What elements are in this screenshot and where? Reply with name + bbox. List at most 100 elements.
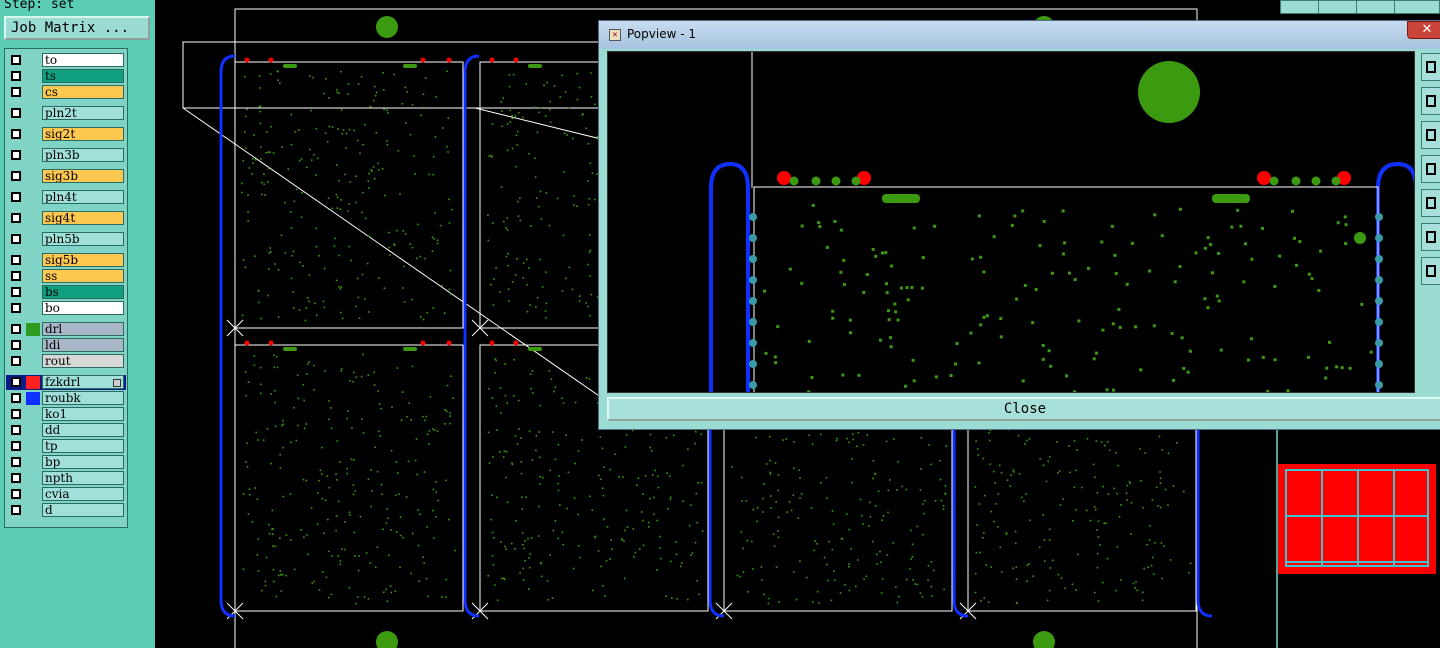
layer-checkbox[interactable] bbox=[11, 441, 21, 451]
layer-checkbox[interactable] bbox=[11, 356, 21, 366]
via-pad bbox=[538, 505, 540, 508]
via-pad bbox=[383, 591, 385, 594]
via-pad bbox=[1086, 437, 1089, 440]
via-pad bbox=[970, 257, 974, 261]
pcb-unit bbox=[753, 186, 1379, 392]
via-pad bbox=[881, 251, 885, 255]
layer-checkbox[interactable] bbox=[11, 271, 21, 281]
layer-checkbox[interactable] bbox=[11, 234, 21, 244]
popview-window[interactable]: ✕ Popview - 1 ✕ Close bbox=[598, 20, 1440, 430]
layer-checkbox[interactable] bbox=[11, 340, 21, 350]
layer-row-npth[interactable]: npth bbox=[6, 471, 126, 486]
slot-pad bbox=[403, 64, 417, 68]
layer-row-pln3b[interactable]: pln3b bbox=[6, 148, 126, 163]
via-pad bbox=[1155, 486, 1158, 488]
via-pad bbox=[1151, 498, 1154, 501]
job-matrix-button[interactable]: Job Matrix ... bbox=[4, 16, 150, 40]
layer-row-sig5b[interactable]: sig5b bbox=[6, 253, 126, 268]
via-pad bbox=[411, 532, 414, 535]
layer-checkbox[interactable] bbox=[11, 377, 21, 387]
layer-checkbox[interactable] bbox=[11, 71, 21, 81]
via-pad bbox=[388, 554, 390, 557]
via-pad bbox=[679, 565, 682, 568]
layer-row-pln4t[interactable]: pln4t bbox=[6, 190, 126, 205]
layer-row-pln5b[interactable]: pln5b bbox=[6, 232, 126, 247]
layer-row-sig3b[interactable]: sig3b bbox=[6, 169, 126, 184]
layer-row-sig4t[interactable]: sig4t bbox=[6, 211, 126, 226]
layer-name: npth bbox=[42, 471, 124, 485]
layer-row-pln2t[interactable]: pln2t bbox=[6, 106, 126, 121]
layer-row-dd[interactable]: dd bbox=[6, 423, 126, 438]
layer-row-to[interactable]: to bbox=[6, 53, 126, 68]
zoom-in-button[interactable] bbox=[1421, 87, 1440, 115]
layer-checkbox[interactable] bbox=[11, 489, 21, 499]
layer-checkbox[interactable] bbox=[11, 425, 21, 435]
layer-row-ldi[interactable]: ldi bbox=[6, 338, 126, 353]
layer-checkbox[interactable] bbox=[11, 255, 21, 265]
window-close-icon[interactable]: ✕ bbox=[1407, 21, 1440, 39]
layer-row-roubk[interactable]: roubk bbox=[6, 391, 126, 406]
via-pad bbox=[272, 152, 275, 154]
mini-map[interactable] bbox=[1278, 464, 1436, 574]
layer-row-d[interactable]: d bbox=[6, 503, 126, 518]
layer-checkbox[interactable] bbox=[11, 457, 21, 467]
fit-width-button[interactable] bbox=[1421, 223, 1440, 251]
layer-checkbox[interactable] bbox=[11, 213, 21, 223]
layer-row-bs[interactable]: bs bbox=[6, 285, 126, 300]
zoom-out-button[interactable] bbox=[1421, 121, 1440, 149]
popview-titlebar[interactable]: ✕ Popview - 1 ✕ bbox=[599, 21, 1440, 49]
edge-pad bbox=[1375, 255, 1383, 263]
via-pad bbox=[356, 596, 359, 598]
toolbar-button-4[interactable] bbox=[1394, 0, 1440, 14]
via-pad bbox=[335, 529, 337, 532]
layer-row-fzkdrl[interactable]: fzkdrl bbox=[6, 375, 126, 390]
layer-checkbox[interactable] bbox=[11, 150, 21, 160]
via-pad bbox=[690, 504, 692, 506]
rout-path bbox=[709, 161, 750, 392]
via-pad bbox=[364, 217, 367, 220]
via-pad bbox=[527, 537, 529, 540]
via-pad bbox=[370, 168, 373, 171]
layer-checkbox[interactable] bbox=[11, 324, 21, 334]
pan-left-button[interactable] bbox=[1421, 155, 1440, 183]
layer-checkbox[interactable] bbox=[11, 473, 21, 483]
layer-row-cvia[interactable]: cvia bbox=[6, 487, 126, 502]
via-pad bbox=[503, 450, 506, 452]
layer-row-cs[interactable]: cs bbox=[6, 85, 126, 100]
via-pad bbox=[509, 109, 511, 112]
layer-checkbox[interactable] bbox=[11, 55, 21, 65]
layer-checkbox[interactable] bbox=[11, 287, 21, 297]
layer-checkbox[interactable] bbox=[11, 192, 21, 202]
layer-row-ts[interactable]: ts bbox=[6, 69, 126, 84]
via-pad bbox=[696, 521, 698, 524]
layer-row-tp[interactable]: tp bbox=[6, 439, 126, 454]
via-pad bbox=[521, 532, 524, 534]
layer-checkbox[interactable] bbox=[11, 409, 21, 419]
layer-checkbox[interactable] bbox=[11, 87, 21, 97]
layer-row-sig2t[interactable]: sig2t bbox=[6, 127, 126, 142]
layer-checkbox[interactable] bbox=[11, 171, 21, 181]
zoom-home-button[interactable] bbox=[1421, 53, 1440, 81]
layer-row-drl[interactable]: drl bbox=[6, 322, 126, 337]
layer-options-icon[interactable] bbox=[113, 379, 121, 387]
layer-checkbox[interactable] bbox=[11, 505, 21, 515]
fit-height-button[interactable] bbox=[1421, 257, 1440, 285]
pan-right-icon bbox=[1426, 197, 1436, 209]
layer-checkbox[interactable] bbox=[11, 393, 21, 403]
layer-checkbox[interactable] bbox=[11, 129, 21, 139]
layer-row-bo[interactable]: bo bbox=[6, 301, 126, 316]
pan-right-button[interactable] bbox=[1421, 189, 1440, 217]
via-pad bbox=[1043, 539, 1046, 541]
layer-row-ko1[interactable]: ko1 bbox=[6, 407, 126, 422]
layer-row-bp[interactable]: bp bbox=[6, 455, 126, 470]
via-pad bbox=[259, 392, 262, 395]
layer-row-rout[interactable]: rout bbox=[6, 354, 126, 369]
via-pad bbox=[672, 434, 675, 437]
via-pad bbox=[983, 597, 985, 599]
via-pad bbox=[654, 469, 656, 472]
layer-row-ss[interactable]: ss bbox=[6, 269, 126, 284]
layer-checkbox[interactable] bbox=[11, 303, 21, 313]
popview-close-button[interactable]: Close bbox=[607, 397, 1440, 421]
popview-zoom-view[interactable] bbox=[607, 51, 1415, 393]
layer-checkbox[interactable] bbox=[11, 108, 21, 118]
